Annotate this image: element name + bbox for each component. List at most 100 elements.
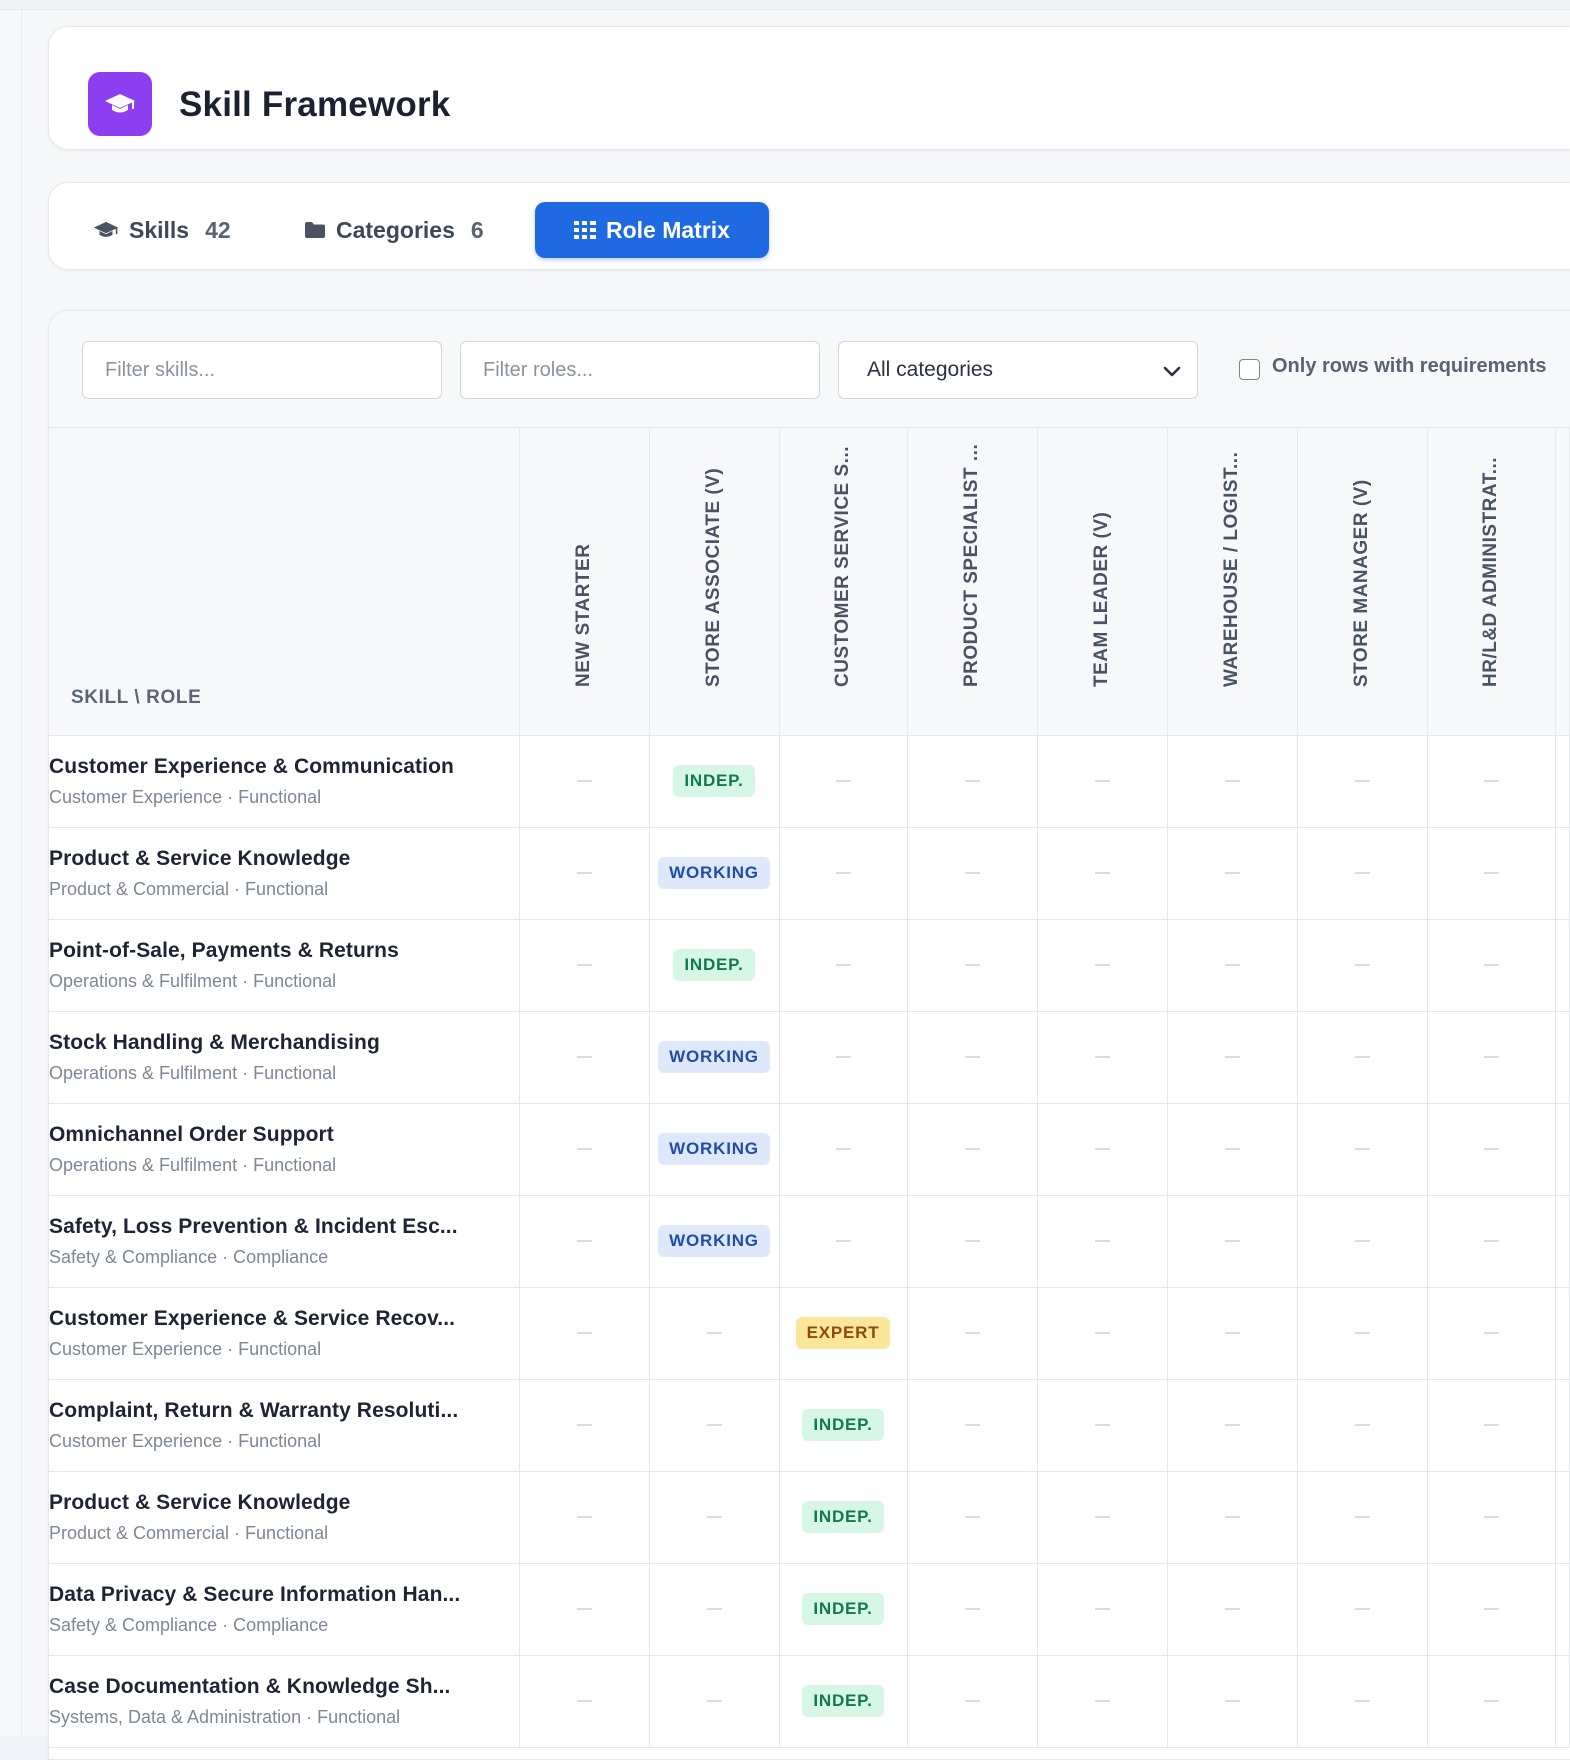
matrix-cell[interactable] xyxy=(1167,1103,1298,1196)
matrix-cell[interactable] xyxy=(1427,1379,1556,1472)
matrix-cell[interactable] xyxy=(1167,735,1298,828)
role-header[interactable]: NEW STARTER xyxy=(519,428,650,736)
matrix-cell[interactable] xyxy=(519,919,650,1012)
matrix-cell[interactable] xyxy=(1167,1011,1298,1104)
matrix-cell[interactable]: EXPERT xyxy=(779,1287,908,1380)
matrix-cell[interactable]: WORKING xyxy=(649,1103,780,1196)
matrix-cell[interactable] xyxy=(1037,1011,1168,1104)
skill-cell[interactable]: Complaint, Return & Warranty Resoluti...… xyxy=(49,1379,520,1472)
skill-cell[interactable]: Omnichannel Order Support Operations & Fu… xyxy=(49,1103,520,1196)
matrix-cell[interactable] xyxy=(779,1195,908,1288)
matrix-cell[interactable] xyxy=(1297,1195,1428,1288)
matrix-cell[interactable] xyxy=(907,1471,1038,1564)
matrix-cell[interactable] xyxy=(1037,827,1168,920)
matrix-cell[interactable] xyxy=(1037,919,1168,1012)
skill-cell[interactable]: Customer Experience & Service Recov... Cu… xyxy=(49,1287,520,1380)
matrix-cell[interactable]: INDEP. xyxy=(779,1471,908,1564)
matrix-cell[interactable] xyxy=(1167,1563,1298,1656)
matrix-cell[interactable] xyxy=(519,1379,650,1472)
matrix-cell[interactable] xyxy=(1037,1655,1168,1748)
matrix-cell[interactable] xyxy=(1427,735,1556,828)
matrix-cell[interactable] xyxy=(1427,1655,1556,1748)
matrix-cell[interactable]: INDEP. xyxy=(779,1563,908,1656)
matrix-cell[interactable] xyxy=(907,1379,1038,1472)
filter-skills-input[interactable]: Filter skills... xyxy=(82,341,442,399)
matrix-cell[interactable] xyxy=(1167,1287,1298,1380)
matrix-cell[interactable] xyxy=(519,1655,650,1748)
matrix-cell[interactable] xyxy=(649,1471,780,1564)
matrix-cell[interactable] xyxy=(649,1563,780,1656)
matrix-cell[interactable] xyxy=(907,827,1038,920)
matrix-cell[interactable] xyxy=(779,1011,908,1104)
role-header[interactable]: CUSTOMER SERVICE S... xyxy=(779,428,908,736)
matrix-cell[interactable] xyxy=(907,1011,1038,1104)
skill-cell[interactable]: Product & Service Knowledge Product & Com… xyxy=(49,1471,520,1564)
matrix-cell[interactable] xyxy=(649,1287,780,1380)
matrix-cell[interactable] xyxy=(649,1379,780,1472)
matrix-cell[interactable] xyxy=(1427,1563,1556,1656)
skill-cell[interactable]: Customer Experience & Communication Custo… xyxy=(49,735,520,828)
matrix-cell[interactable] xyxy=(907,1563,1038,1656)
matrix-cell[interactable] xyxy=(907,919,1038,1012)
skill-cell[interactable]: Data Privacy & Secure Information Han...… xyxy=(49,1563,520,1656)
matrix-cell[interactable] xyxy=(1167,1655,1298,1748)
matrix-cell[interactable] xyxy=(519,1287,650,1380)
matrix-cell[interactable] xyxy=(1297,735,1428,828)
matrix-cell[interactable] xyxy=(1167,1471,1298,1564)
matrix-cell[interactable] xyxy=(1297,919,1428,1012)
matrix-cell[interactable] xyxy=(1297,1287,1428,1380)
matrix-cell[interactable] xyxy=(1167,1379,1298,1472)
skill-cell[interactable]: Stock Handling & Merchandising Operations… xyxy=(49,1011,520,1104)
matrix-cell[interactable] xyxy=(1297,1011,1428,1104)
skill-cell[interactable]: Safety, Loss Prevention & Incident Esc..… xyxy=(49,1195,520,1288)
tab-categories[interactable]: Categories 6 xyxy=(282,202,506,258)
matrix-cell[interactable] xyxy=(907,1287,1038,1380)
matrix-cell[interactable]: WORKING xyxy=(649,827,780,920)
matrix-cell[interactable] xyxy=(519,1011,650,1104)
matrix-cell[interactable] xyxy=(1037,735,1168,828)
matrix-cell[interactable]: INDEP. xyxy=(649,735,780,828)
matrix-cell[interactable] xyxy=(1427,1471,1556,1564)
matrix-cell[interactable] xyxy=(1297,827,1428,920)
matrix-cell[interactable] xyxy=(649,1655,780,1748)
matrix-cell[interactable] xyxy=(1427,1011,1556,1104)
matrix-cell[interactable]: INDEP. xyxy=(779,1655,908,1748)
matrix-cell[interactable] xyxy=(519,735,650,828)
matrix-cell[interactable] xyxy=(1167,919,1298,1012)
matrix-cell[interactable] xyxy=(1037,1103,1168,1196)
matrix-cell[interactable] xyxy=(1297,1563,1428,1656)
matrix-cell[interactable] xyxy=(1427,1195,1556,1288)
skill-cell[interactable]: Product & Service Knowledge Product & Com… xyxy=(49,827,520,920)
matrix-cell[interactable] xyxy=(779,735,908,828)
matrix-cell[interactable] xyxy=(1297,1655,1428,1748)
matrix-cell[interactable] xyxy=(1427,827,1556,920)
role-header[interactable]: HR/L&D ADMINISTRAT... xyxy=(1427,428,1556,736)
matrix-cell[interactable] xyxy=(519,827,650,920)
only-required-toggle[interactable]: Only rows with requirements xyxy=(1239,353,1547,380)
matrix-cell[interactable] xyxy=(1167,827,1298,920)
matrix-cell[interactable] xyxy=(907,1655,1038,1748)
role-header[interactable]: WAREHOUSE / LOGIST... xyxy=(1167,428,1298,736)
matrix-cell[interactable]: WORKING xyxy=(649,1195,780,1288)
matrix-cell[interactable] xyxy=(519,1563,650,1656)
matrix-cell[interactable] xyxy=(519,1471,650,1564)
filter-roles-input[interactable]: Filter roles... xyxy=(460,341,820,399)
matrix-cell[interactable] xyxy=(907,735,1038,828)
matrix-cell[interactable] xyxy=(1297,1379,1428,1472)
matrix-cell[interactable] xyxy=(1427,919,1556,1012)
tab-role-matrix[interactable]: Role Matrix xyxy=(535,202,769,258)
matrix-cell[interactable] xyxy=(519,1195,650,1288)
matrix-cell[interactable]: INDEP. xyxy=(779,1379,908,1472)
matrix-cell[interactable] xyxy=(1037,1471,1168,1564)
matrix-cell[interactable] xyxy=(779,827,908,920)
matrix-cell[interactable] xyxy=(1037,1563,1168,1656)
matrix-cell[interactable] xyxy=(1037,1287,1168,1380)
matrix-cell[interactable]: INDEP. xyxy=(649,919,780,1012)
matrix-cell[interactable] xyxy=(779,1103,908,1196)
matrix-cell[interactable] xyxy=(519,1103,650,1196)
matrix-cell[interactable] xyxy=(779,919,908,1012)
matrix-cell[interactable] xyxy=(1037,1195,1168,1288)
matrix-cell[interactable] xyxy=(907,1103,1038,1196)
matrix-cell[interactable] xyxy=(1427,1103,1556,1196)
role-header[interactable]: TEAM LEADER (V) xyxy=(1037,428,1168,736)
